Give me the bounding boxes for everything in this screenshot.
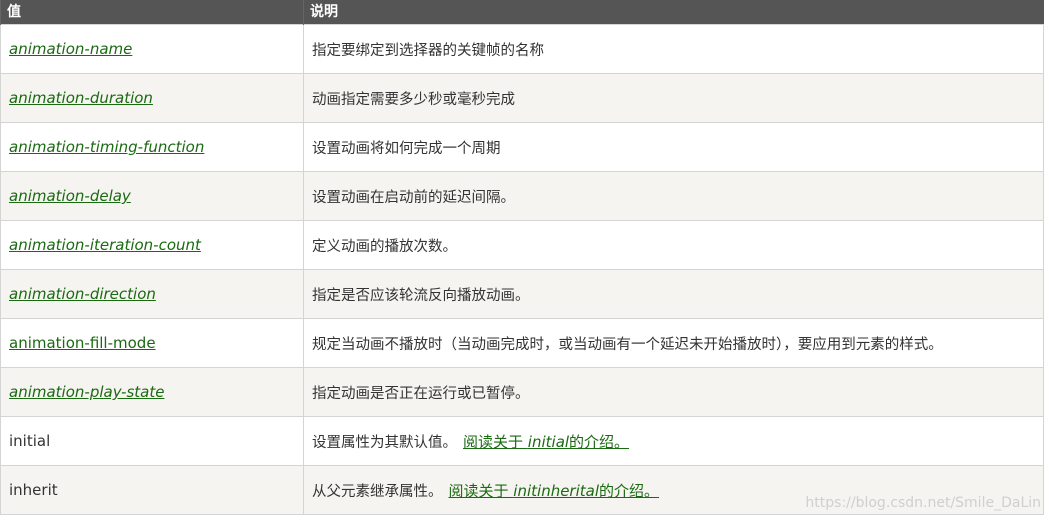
css-animation-reference-table: 值 说明 animation-name 指定要绑定到选择器的关键帧的名称 ani… (0, 0, 1044, 515)
description-text: 规定当动画不播放时（当动画完成时，或当动画有一个延迟未开始播放时），要应用到元素… (312, 336, 943, 353)
description-text: 指定要绑定到选择器的关键帧的名称 (312, 42, 544, 59)
table-row: animation-duration 动画指定需要多少秒或毫秒完成 (0, 73, 1044, 123)
value-cell: animation-iteration-count (0, 220, 304, 270)
description-text: 设置动画在启动前的延迟间隔。 (312, 189, 515, 206)
description-text: 从父元素继承属性。 (312, 483, 443, 500)
animation-timing-function-link[interactable]: animation-timing-function (9, 138, 204, 156)
read-about-initial-link[interactable]: 阅读关于 initial的介绍。 (463, 433, 629, 451)
value-cell: animation-timing-function (0, 122, 304, 172)
animation-duration-link[interactable]: animation-duration (9, 89, 153, 107)
header-description: 说明 (303, 0, 1044, 25)
value-cell: initial (0, 416, 304, 466)
description-cell: 设置动画在启动前的延迟间隔。 (303, 171, 1044, 221)
animation-fill-mode-link[interactable]: animation-fill-mode (9, 334, 156, 352)
link-suffix: 的介绍。 (599, 481, 660, 500)
value-cell: animation-name (0, 24, 304, 74)
table-row: animation-timing-function 设置动画将如何完成一个周期 (0, 122, 1044, 172)
description-text: 指定是否应该轮流反向播放动画。 (312, 287, 530, 304)
value-cell: animation-play-state (0, 367, 304, 417)
table-row: initial 设置属性为其默认值。 阅读关于 initial的介绍。 (0, 416, 1044, 466)
watermark: https://blog.csdn.net/Smile_DaLin (805, 495, 1041, 511)
read-about-inherit-link[interactable]: 阅读关于 initinherital的介绍。 (449, 482, 660, 500)
value-initial: initial (9, 432, 51, 450)
value-cell: animation-direction (0, 269, 304, 319)
animation-iteration-count-link[interactable]: animation-iteration-count (9, 236, 201, 254)
table-row: animation-iteration-count 定义动画的播放次数。 (0, 220, 1044, 270)
description-text: 设置动画将如何完成一个周期 (312, 140, 501, 157)
value-cell: animation-delay (0, 171, 304, 221)
description-cell: 规定当动画不播放时（当动画完成时，或当动画有一个延迟未开始播放时），要应用到元素… (303, 318, 1044, 368)
description-cell: 指定是否应该轮流反向播放动画。 (303, 269, 1044, 319)
value-cell: animation-duration (0, 73, 304, 123)
description-cell: 设置属性为其默认值。 阅读关于 initial的介绍。 (303, 416, 1044, 466)
link-suffix: 的介绍。 (569, 432, 630, 451)
table-row: animation-delay 设置动画在启动前的延迟间隔。 (0, 171, 1044, 221)
animation-delay-link[interactable]: animation-delay (9, 187, 131, 205)
link-code: initinherital (513, 481, 600, 500)
value-inherit: inherit (9, 481, 58, 499)
description-text: 动画指定需要多少秒或毫秒完成 (312, 91, 515, 108)
table-row: animation-play-state 指定动画是否正在运行或已暂停。 (0, 367, 1044, 417)
animation-direction-link[interactable]: animation-direction (9, 285, 156, 303)
link-code: initial (527, 432, 570, 451)
description-cell: 指定要绑定到选择器的关键帧的名称 (303, 24, 1044, 74)
table-header-row: 值 说明 (0, 0, 1044, 25)
description-text: 设置属性为其默认值。 (312, 434, 457, 451)
description-cell: 动画指定需要多少秒或毫秒完成 (303, 73, 1044, 123)
animation-play-state-link[interactable]: animation-play-state (9, 383, 164, 401)
table-row: animation-fill-mode 规定当动画不播放时（当动画完成时，或当动… (0, 318, 1044, 368)
value-cell: inherit (0, 465, 304, 515)
description-cell: 指定动画是否正在运行或已暂停。 (303, 367, 1044, 417)
animation-name-link[interactable]: animation-name (9, 40, 132, 58)
link-prefix: 阅读关于 (448, 481, 509, 500)
description-text: 定义动画的播放次数。 (312, 238, 457, 255)
value-cell: animation-fill-mode (0, 318, 304, 368)
description-cell: 定义动画的播放次数。 (303, 220, 1044, 270)
link-prefix: 阅读关于 (463, 432, 524, 451)
description-cell: 设置动画将如何完成一个周期 (303, 122, 1044, 172)
header-value: 值 (0, 0, 304, 25)
description-text: 指定动画是否正在运行或已暂停。 (312, 385, 530, 402)
table-row: animation-direction 指定是否应该轮流反向播放动画。 (0, 269, 1044, 319)
table-row: animation-name 指定要绑定到选择器的关键帧的名称 (0, 24, 1044, 74)
